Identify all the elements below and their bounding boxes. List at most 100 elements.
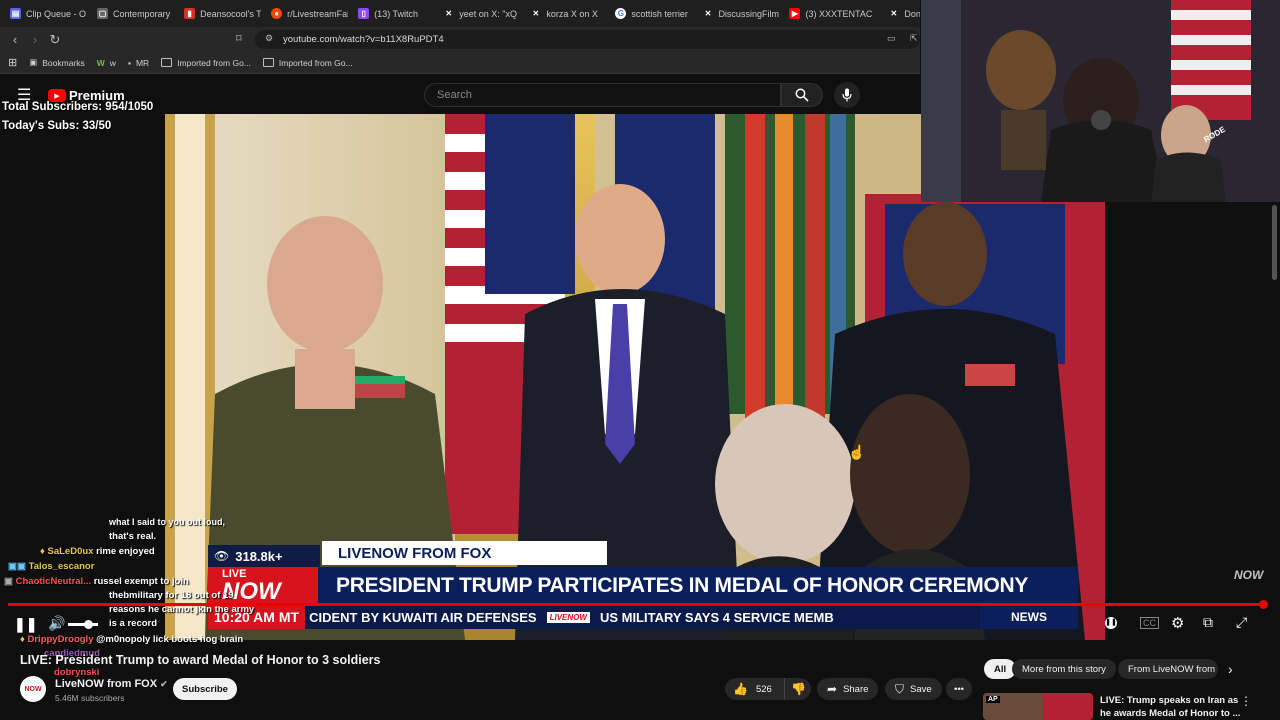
youtube-icon: ▶ [789, 8, 801, 19]
chat-message: ▣ ChaoticNeutral... russel exempt to joi… [4, 576, 189, 587]
browser-tab[interactable]: ▤ Clip Queue - O [0, 0, 87, 27]
search-icon [795, 88, 809, 102]
recommended-thumbnail[interactable]: AP [983, 693, 1093, 720]
browser-tab[interactable]: ✕Dona [878, 0, 921, 27]
mr-icon: ▪ [127, 57, 131, 68]
browser-tab[interactable]: ▮ Deansocool's T [174, 0, 261, 27]
bookmarks-bar: ⊞ ▣ Bookmarks Ww ▪ MR Imported from Go... … [0, 52, 920, 74]
mouse-cursor-icon: ☝ [848, 444, 866, 460]
volume-icon[interactable]: 🔊 [48, 615, 65, 632]
more-actions-button[interactable]: ••• [946, 678, 972, 700]
bookmark-item[interactable]: ▣ Bookmarks [29, 57, 85, 68]
bookmark-icon: ▣ [29, 57, 38, 67]
eye-icon: 👁 [214, 549, 230, 563]
browser-tab[interactable]: ▶ (3) XXXTENTAC [779, 0, 878, 27]
todays-subs-counter: Today's Subs: 33/50 [2, 120, 112, 132]
bookmark-folder[interactable]: Imported from Go... [161, 58, 251, 68]
progress-scrubber[interactable] [1259, 600, 1268, 609]
page-scrollbar[interactable] [1272, 205, 1277, 280]
badge-icon: ▣▣ [8, 561, 29, 572]
verified-icon: ✔ [160, 679, 168, 689]
browser-tab-strip: ▤ Clip Queue - O ▢ Contemporary ▮ Deansocoo… [0, 0, 920, 27]
save-button[interactable]: ⛉ Save [885, 678, 942, 700]
streamer-webcam: RØDE [921, 0, 1280, 202]
bookmark-folder[interactable]: Imported from Go... [262, 58, 353, 68]
x-icon: ✕ [532, 9, 540, 18]
browser-tab[interactable]: ✕ DiscussingFilm [692, 0, 779, 27]
x-icon: ✕ [704, 9, 712, 18]
twitch-icon: ▯ [358, 8, 370, 19]
bookmark-item[interactable]: Ww [97, 58, 116, 68]
chat-message: ▣▣ Talos_escanor [8, 561, 95, 572]
ap-badge: AP [986, 696, 1000, 703]
chips-next-icon[interactable]: › [1228, 661, 1233, 677]
volume-knob[interactable] [84, 620, 93, 629]
x-icon: ✕ [890, 9, 898, 18]
address-bar-row: ‹ › ↻ ⌑ ⚙ youtube.com/watch?v=b11X8RuPDT… [0, 27, 920, 52]
badge-icon: ▣ [4, 576, 16, 587]
webcam-image [921, 0, 1280, 202]
recommended-title[interactable]: LIVE: Trump speaks on Iran as he awards … [1100, 694, 1240, 720]
chat-message: what I said to you out loud, [109, 517, 225, 527]
apps-grid-icon[interactable]: ⊞ [8, 56, 17, 69]
chip-more-from-story[interactable]: More from this story [1012, 659, 1116, 679]
channel-avatar[interactable]: NOW [20, 676, 46, 702]
mic-icon [842, 88, 852, 102]
miniplayer-icon[interactable]: ⧉ [1203, 614, 1213, 631]
back-icon[interactable]: ‹ [5, 32, 25, 47]
channel-name[interactable]: LiveNOW from FOX ✔ [55, 678, 168, 690]
clip-icon: ▤ [10, 8, 21, 19]
chip-from-livenow[interactable]: From LiveNOW from [1118, 659, 1218, 679]
pause-icon[interactable]: ❚❚ [14, 616, 37, 633]
browser-tab[interactable]: ▢ Contemporary [87, 0, 174, 27]
autoplay-toggle-icon[interactable]: ❚❚ [1105, 617, 1117, 629]
google-icon: G [615, 8, 627, 19]
browser-tab[interactable]: ▯ (13) Twitch [348, 0, 433, 27]
bookmark-icon: ⛉ [895, 681, 905, 696]
browser-tab[interactable]: ● r/LivestreamFail [261, 0, 348, 27]
like-button[interactable]: 👍 526 [725, 678, 785, 700]
chat-message: that's real. [109, 531, 157, 542]
fullscreen-icon[interactable]: ⤢ [1236, 614, 1247, 631]
page-icon: ▢ [97, 8, 109, 19]
like-dislike-group: 👍 526 👎 [725, 678, 811, 700]
browser-tab[interactable]: ✕ yeet on X: "xQ [433, 0, 520, 27]
dislike-icon[interactable]: 👎 [791, 682, 806, 696]
share-button[interactable]: ➦ Share [817, 678, 879, 700]
reload-icon[interactable]: ↻ [45, 32, 65, 48]
video-title: LIVE: President Trump to award Medal of … [20, 653, 381, 667]
voice-search-button[interactable] [834, 82, 860, 108]
folder-icon [262, 58, 274, 67]
chat-message: thebmilitary for 18 out of 19 [109, 590, 234, 601]
reddit-icon: ● [271, 8, 283, 19]
browser-tab[interactable]: ✕ korza X on X [520, 0, 605, 27]
more-icon: ••• [954, 683, 964, 695]
source-banner: LIVENOW FROM FOX [322, 541, 607, 565]
browser-tab[interactable]: Gscottish terrier [605, 0, 692, 27]
chat-message: ♦ SaLeD0ux rime enjoyed [40, 546, 155, 557]
bookmark-item[interactable]: ▪ MR [128, 58, 149, 68]
url-input[interactable]: ⚙ youtube.com/watch?v=b11X8RuPDT4 ▭ ⇱ [255, 30, 920, 49]
subscribe-button[interactable]: Subscribe [173, 678, 237, 700]
viewer-count-badge: 👁 318.8k+ [208, 545, 320, 567]
badge-icon: ♦ [40, 546, 48, 557]
total-subscribers-counter: Total Subscribers: 954/1050 [2, 101, 154, 113]
bookmark-star-icon[interactable]: ⌑ [236, 32, 242, 45]
folder-icon [161, 58, 173, 67]
share-icon: ➦ [827, 682, 838, 696]
recommended-more-icon[interactable]: ⋮ [1240, 694, 1252, 708]
progress-bar[interactable] [8, 603, 1266, 606]
search-button[interactable] [781, 83, 823, 107]
channel-corner-logo: NOW [1234, 568, 1264, 582]
site-info-icon[interactable]: ⚙ [265, 33, 273, 44]
x-icon: ✕ [445, 9, 453, 18]
cast-icon[interactable]: ▭ [887, 33, 896, 44]
open-tab-icon[interactable]: ⇱ [910, 33, 918, 44]
search-input[interactable]: Search [424, 83, 781, 107]
volume-slider[interactable] [68, 620, 98, 629]
settings-gear-icon[interactable]: ⚙ [1171, 614, 1184, 632]
captions-icon[interactable]: CC [1140, 617, 1159, 629]
chart-icon: ▮ [184, 8, 196, 19]
forward-icon[interactable]: › [25, 32, 45, 47]
thumbs-up-icon: 👍 [733, 682, 748, 696]
